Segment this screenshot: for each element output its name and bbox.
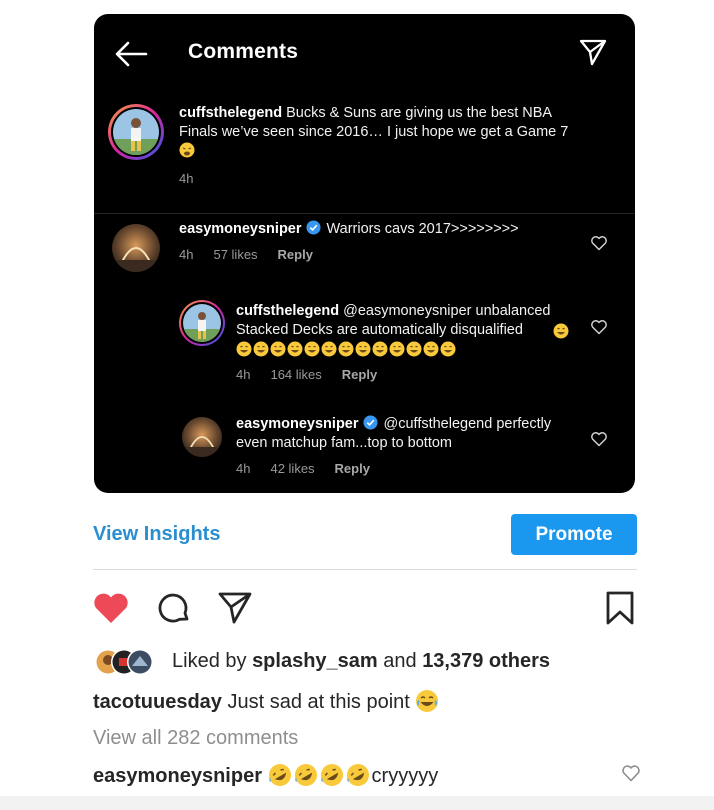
avatar[interactable] [112,224,160,272]
avatar[interactable] [179,300,225,346]
grinning-sweat-emoji-icon [423,341,439,357]
liked-by-text: Liked by splashy_sam and 13,379 others [172,650,551,672]
avatar[interactable] [182,417,222,457]
liked-by-others[interactable]: 13,379 others [422,650,550,672]
reply-likes[interactable]: 164 likes [270,367,321,382]
grinning-sweat-emoji-icon [253,341,269,357]
reply-username[interactable]: easymoneysniper [179,221,302,237]
comments-header: Comments [94,14,635,90]
comment-username[interactable]: easymoneysniper [93,765,262,787]
grinning-sweat-emoji-icon [287,341,303,357]
rolling-laughing-emoji-icon [346,764,369,786]
liked-by-user[interactable]: splashy_sam [252,650,378,672]
reply-button[interactable]: Reply [278,247,313,262]
reply-meta: 4h 164 likes Reply [236,367,397,382]
grinning-sweat-emoji-icon [406,341,422,357]
grinning-sweat-emoji-icon [236,341,252,357]
emoji-group [268,764,372,787]
grinning-sweat-emoji-icon [553,323,569,339]
page-title: Comments [188,40,299,63]
heart-icon[interactable] [92,590,130,626]
reply-likes[interactable]: 57 likes [213,247,257,262]
heart-icon[interactable] [590,234,608,252]
comment-text: cryyyyy [371,765,439,787]
grinning-sweat-emoji-icon [389,341,405,357]
reply-likes[interactable]: 42 likes [270,461,314,476]
reply-username[interactable]: cuffsthelegend [236,303,339,319]
liked-by-avatars[interactable] [94,648,162,676]
caption: tacotuuesday Just sad at this point [93,689,441,714]
reply-time: 4h [236,367,251,382]
rolling-laughing-emoji-icon [294,764,317,786]
caption-username[interactable]: tacotuuesday [93,691,222,713]
rolling-laughing-emoji-icon [320,764,343,786]
reply-text: cuffsthelegend @easymoneysniper unbalance… [236,303,551,338]
verified-badge-icon [362,415,378,430]
grinning-sweat-emoji-icon [372,341,388,357]
comment-icon[interactable] [156,590,192,626]
comment-time: 4h [179,171,194,186]
reply-time: 4h [236,461,251,476]
reply-button[interactable]: Reply [335,461,370,476]
comment-username[interactable]: cuffsthelegend [179,105,282,121]
reply-text: easymoneysniper Warriors cavs 2017>>>>>>>… [179,220,519,237]
reply-time: 4h [179,247,194,262]
comments-card: Comments cuffsthelegend Bucks & Suns are … [94,14,635,493]
reply-meta: 4h 42 likes Reply [236,461,390,476]
heart-icon[interactable] [590,318,608,336]
divider [93,569,637,570]
heart-icon[interactable] [590,430,608,448]
grinning-sweat-emoji-icon [338,341,354,357]
comment-meta: 4h [179,171,213,186]
grinning-sweat-emoji-icon [440,341,456,357]
reply-meta: 4h 57 likes Reply [179,247,333,262]
grinning-sweat-emoji-icon [304,341,320,357]
arrow-left-icon[interactable] [114,40,148,68]
view-insights-link[interactable]: View Insights [93,523,220,546]
share-icon[interactable] [216,590,254,626]
emoji-row [236,341,457,359]
bottom-strip [0,796,714,810]
tears-of-joy-emoji-icon [416,690,439,712]
rolling-laughing-emoji-icon [268,764,291,786]
verified-badge-icon [305,220,321,235]
grinning-sweat-emoji-icon [321,341,337,357]
paper-plane-icon[interactable] [578,37,608,67]
comment-text: cuffsthelegend Bucks & Suns are giving us… [179,104,589,161]
divider [94,213,635,214]
bookmark-icon[interactable] [604,590,636,626]
reply-button[interactable]: Reply [342,367,377,382]
promote-button[interactable]: Promote [511,514,637,555]
avatar[interactable] [108,104,164,160]
latest-comment: easymoneysniper cryyyyy [93,763,438,788]
heart-icon[interactable] [621,763,641,783]
weary-face-emoji-icon [179,142,195,158]
view-all-comments-link[interactable]: View all 282 comments [93,727,298,750]
reply-text: easymoneysniper @cuffsthelegend perfectly… [236,415,552,451]
reply-username[interactable]: easymoneysniper [236,416,359,432]
grinning-sweat-emoji-icon [355,341,371,357]
caption-text: Just sad at this point [227,691,410,713]
grinning-sweat-emoji-icon [270,341,286,357]
